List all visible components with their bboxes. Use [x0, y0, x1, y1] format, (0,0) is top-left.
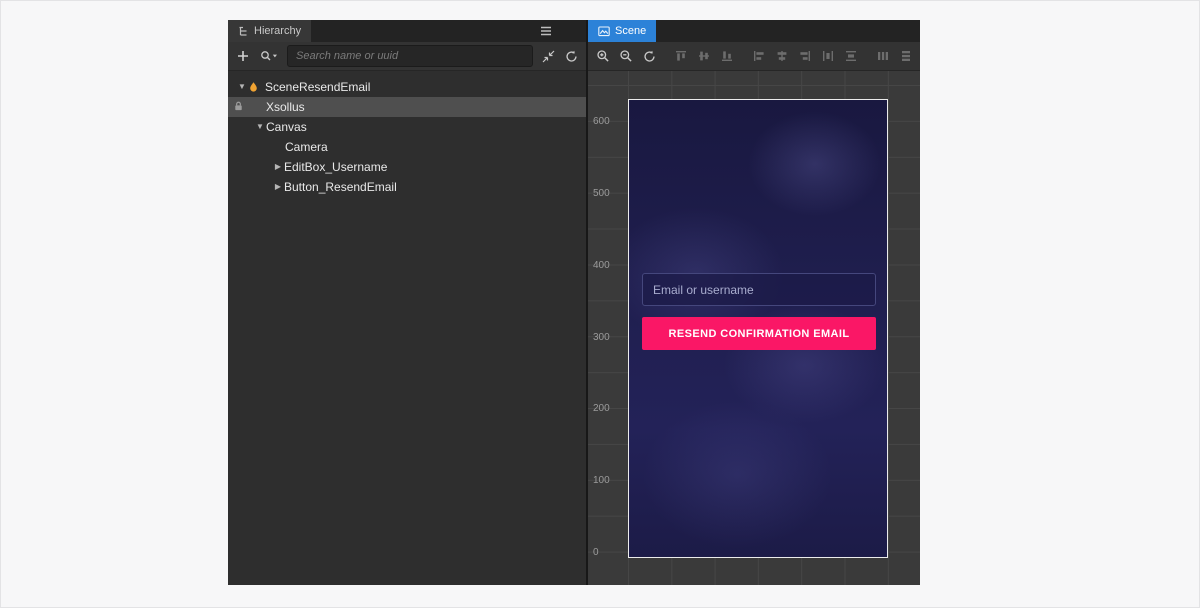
align-left-icon[interactable] — [751, 48, 767, 64]
ruler-label: 100 — [593, 475, 610, 486]
hierarchy-toolbar — [228, 42, 586, 71]
align-top-icon[interactable] — [673, 48, 689, 64]
image-icon — [598, 26, 610, 37]
space-v-icon[interactable] — [898, 48, 914, 64]
lock-icon[interactable] — [233, 100, 244, 112]
tree-list-icon — [238, 26, 249, 37]
scene-asset-icon — [248, 81, 262, 93]
align-right-icon[interactable] — [797, 48, 813, 64]
email-username-field[interactable] — [642, 273, 876, 306]
tree-item-label: Button_ResendEmail — [284, 180, 397, 194]
search-input[interactable] — [287, 45, 533, 67]
tab-scene[interactable]: Scene — [588, 20, 656, 42]
scene-toolbar — [588, 42, 920, 71]
hierarchy-tabbar: Hierarchy — [228, 20, 586, 42]
tree-item-button-resendemail[interactable]: ▶ Button_ResendEmail — [228, 177, 586, 197]
tab-hierarchy[interactable]: Hierarchy — [228, 20, 311, 42]
scene-canvas[interactable]: 600 500 400 300 200 100 0 RESEND CONFIRM… — [588, 71, 920, 585]
hamburger-menu-icon[interactable] — [540, 20, 552, 42]
hierarchy-panel: Hierarchy ▼ — [228, 20, 586, 585]
tree-item-label: SceneResendEmail — [265, 80, 370, 94]
tree-item-label: Camera — [285, 140, 328, 154]
hierarchy-tree: ▼ SceneResendEmail Xsollus ▼ Canvas Came… — [228, 71, 586, 585]
editor-window: Hierarchy ▼ — [228, 20, 920, 585]
space-h-icon[interactable] — [875, 48, 891, 64]
chevron-down-icon[interactable]: ▼ — [236, 83, 248, 91]
scene-panel: Scene — [588, 20, 920, 585]
ruler-label: 600 — [593, 116, 610, 127]
distribute-h-icon[interactable] — [820, 48, 836, 64]
refresh-icon[interactable] — [563, 48, 579, 64]
ruler-label: 300 — [593, 332, 610, 343]
tree-item-xsollus[interactable]: Xsollus — [228, 97, 586, 117]
search-filter-button[interactable] — [258, 48, 280, 64]
chevron-right-icon[interactable]: ▶ — [272, 183, 284, 191]
align-h-center-icon[interactable] — [774, 48, 790, 64]
align-v-center-icon[interactable] — [696, 48, 712, 64]
zoom-out-icon[interactable] — [618, 48, 634, 64]
tree-item-camera[interactable]: Camera — [228, 137, 586, 157]
tree-item-canvas[interactable]: ▼ Canvas — [228, 117, 586, 137]
zoom-in-icon[interactable] — [595, 48, 611, 64]
tab-scene-label: Scene — [615, 25, 646, 37]
align-bottom-icon[interactable] — [719, 48, 735, 64]
distribute-v-icon[interactable] — [843, 48, 859, 64]
tab-hierarchy-label: Hierarchy — [254, 25, 301, 37]
scene-design-frame[interactable]: RESEND CONFIRMATION EMAIL — [628, 99, 888, 558]
scene-tabbar: Scene — [588, 20, 920, 42]
tree-item-label: Canvas — [266, 120, 307, 134]
add-node-button[interactable] — [235, 48, 251, 64]
ruler-label: 500 — [593, 188, 610, 199]
ruler-label: 0 — [593, 547, 599, 558]
chevron-right-icon[interactable]: ▶ — [272, 163, 284, 171]
collapse-all-icon[interactable] — [540, 48, 556, 64]
reset-view-icon[interactable] — [641, 48, 657, 64]
chevron-down-icon[interactable]: ▼ — [254, 123, 266, 131]
tree-item-sceneresendemail[interactable]: ▼ SceneResendEmail — [228, 77, 586, 97]
tree-item-label: Xsollus — [266, 100, 305, 114]
tree-item-label: EditBox_Username — [284, 160, 387, 174]
tree-item-editbox-username[interactable]: ▶ EditBox_Username — [228, 157, 586, 177]
ruler-label: 200 — [593, 403, 610, 414]
resend-confirmation-button[interactable]: RESEND CONFIRMATION EMAIL — [642, 317, 876, 350]
ruler-label: 400 — [593, 260, 610, 271]
